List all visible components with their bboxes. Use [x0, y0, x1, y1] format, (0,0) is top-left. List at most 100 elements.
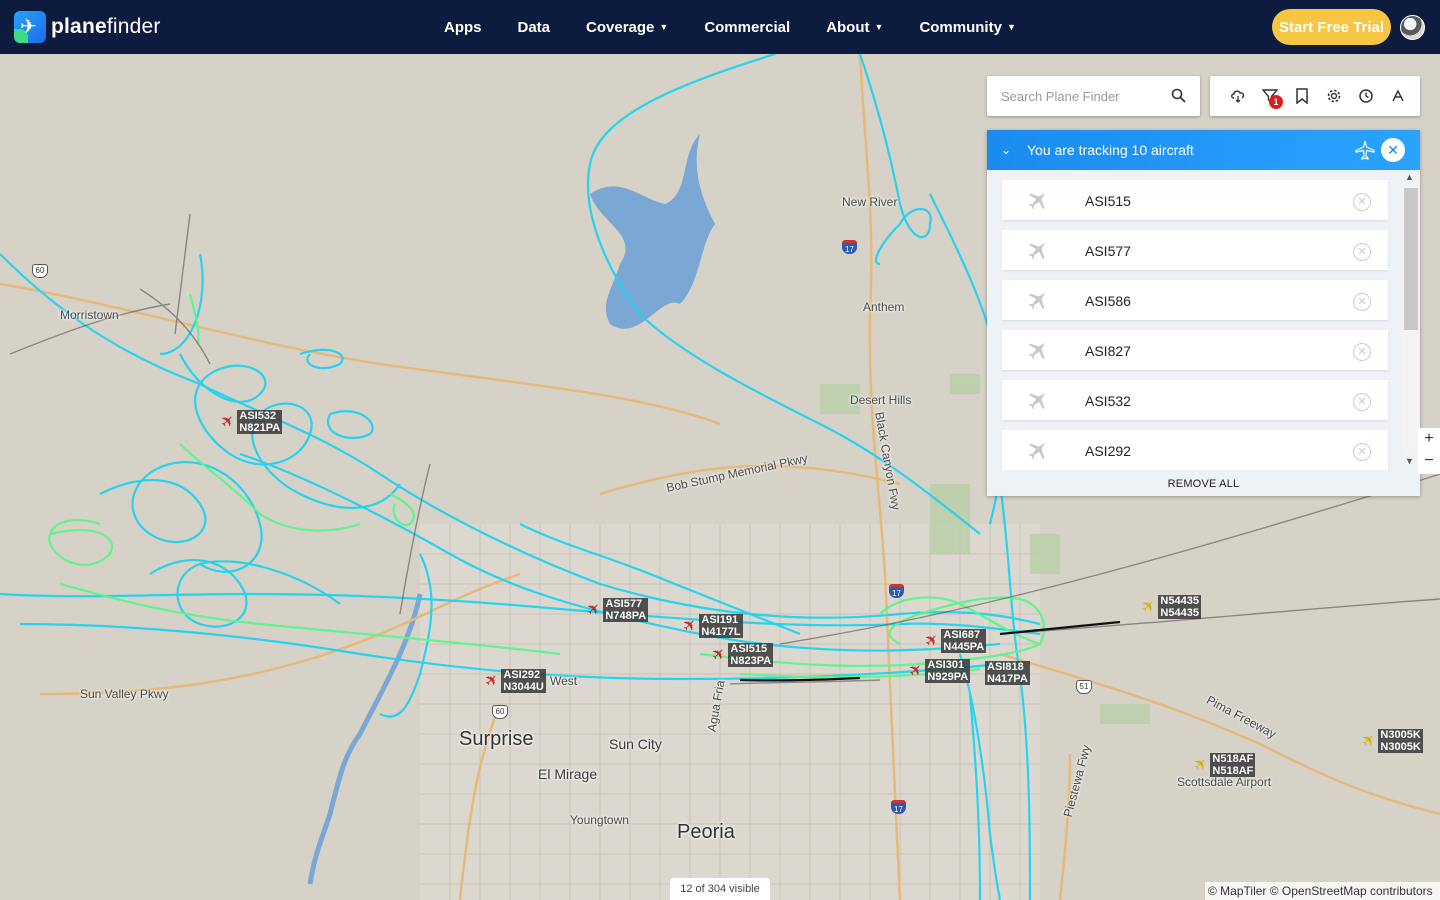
scroll-up-icon[interactable]: ▲ — [1405, 172, 1414, 182]
remove-aircraft-button[interactable]: ✕ — [1353, 343, 1371, 361]
filter-button[interactable]: 1 — [1254, 80, 1286, 112]
aircraft-marker[interactable]: ASI818 N417PA — [985, 661, 1030, 685]
nav-data[interactable]: Data — [518, 19, 551, 36]
chevron-down-icon: ▼ — [659, 22, 669, 32]
tracked-aircraft-row[interactable]: ASI577 ✕ — [1002, 230, 1388, 270]
tracked-aircraft-row[interactable]: ASI827 ✕ — [1002, 330, 1388, 370]
map-toolbar: 1 — [1210, 76, 1420, 116]
aircraft-label: ASI301 N929PA — [925, 659, 971, 683]
i17-shield-icon: 17 — [889, 584, 904, 598]
scrollbar-thumb[interactable] — [1404, 188, 1418, 330]
airplane-icon: ✈ — [921, 629, 944, 652]
aircraft-label: ASI532 N821PA — [237, 410, 283, 434]
aircraft-marker[interactable]: ✈ ASI577 N748PA — [584, 598, 649, 622]
aircraft-marker[interactable]: ✈ N3005K N3005K — [1359, 729, 1423, 753]
aircraft-marker[interactable]: ✈ ASI515 N823PA — [709, 643, 774, 667]
bookmark-icon — [1296, 88, 1308, 104]
tracked-callsign: ASI515 — [1085, 193, 1131, 209]
zoom-in-button[interactable]: + — [1418, 428, 1440, 450]
aircraft-label: N3005K N3005K — [1378, 729, 1423, 753]
nav-commercial[interactable]: Commercial — [704, 19, 790, 36]
aircraft-marker[interactable]: ✈ ASI301 N929PA — [906, 659, 971, 683]
place-scottsdale-airport: Scottsdale Airport — [1177, 775, 1272, 789]
aircraft-label: ASI191 N4177L — [699, 614, 743, 638]
brand-name: planefinder — [51, 15, 161, 38]
planefinder-logo[interactable]: ✈ planefinder — [14, 11, 161, 43]
remove-aircraft-button[interactable]: ✕ — [1353, 243, 1371, 261]
chevron-down-icon: ▼ — [874, 22, 884, 32]
airplane-icon: ✈ — [1138, 595, 1161, 618]
user-avatar[interactable] — [1400, 15, 1425, 40]
nav-coverage[interactable]: Coverage ▼ — [586, 19, 668, 36]
remove-aircraft-button[interactable]: ✕ — [1353, 193, 1371, 211]
aircraft-marker[interactable]: ✈ ASI292 N3044U — [482, 669, 546, 693]
airplane-icon — [1026, 338, 1050, 367]
history-icon — [1359, 89, 1373, 103]
nav-apps[interactable]: Apps — [444, 19, 482, 36]
close-tracking-button[interactable]: ✕ — [1381, 138, 1405, 162]
aircraft-label: N54435 N54435 — [1158, 595, 1201, 619]
i17-shield-icon: 17 — [891, 800, 906, 814]
tracked-aircraft-list[interactable]: ASI515 ✕ ASI577 ✕ ASI586 ✕ ASI827 ✕ ASI5… — [987, 170, 1420, 470]
us60-shield-icon: 60 — [32, 264, 48, 278]
tracked-aircraft-row[interactable]: ASI586 ✕ — [1002, 280, 1388, 320]
aircraft-marker[interactable]: ✈ ASI532 N821PA — [218, 410, 283, 434]
place-new-river: New River — [842, 195, 898, 209]
airplane-icon — [1026, 288, 1050, 317]
zoom-out-button[interactable]: − — [1418, 450, 1440, 472]
3d-view-button[interactable] — [1382, 80, 1414, 112]
search-input[interactable] — [1001, 88, 1171, 104]
place-anthem: Anthem — [863, 300, 905, 314]
place-west: West — [550, 674, 578, 688]
remove-all-button[interactable]: REMOVE ALL — [987, 470, 1420, 496]
tracked-callsign: ASI577 — [1085, 243, 1131, 259]
airplane-icon[interactable] — [1355, 140, 1375, 160]
airplane-icon: ✈ — [1190, 753, 1213, 776]
tracked-aircraft-row[interactable]: ASI532 ✕ — [1002, 380, 1388, 420]
visible-count: 12 of 304 visible — [670, 878, 770, 900]
airplane-icon: ✈ — [679, 614, 702, 637]
settings-button[interactable] — [1318, 80, 1350, 112]
map-attribution[interactable]: © MapTiler © OpenStreetMap contributors — [1205, 882, 1440, 900]
airplane-icon: ✈ — [905, 659, 928, 682]
bookmarks-button[interactable] — [1286, 80, 1318, 112]
aircraft-label: ASI515 N823PA — [728, 643, 774, 667]
remove-aircraft-button[interactable]: ✕ — [1353, 443, 1371, 461]
aircraft-marker[interactable]: ✈ N54435 N54435 — [1139, 595, 1201, 619]
place-el-mirage: El Mirage — [538, 766, 598, 782]
place-morristown: Morristown — [60, 308, 119, 322]
start-free-trial-button[interactable]: Start Free Trial — [1272, 9, 1391, 45]
aircraft-label: ASI577 N748PA — [603, 598, 649, 622]
search-icon[interactable] — [1171, 88, 1186, 103]
tracked-aircraft-row[interactable]: ASI292 ✕ — [1002, 430, 1388, 470]
airplane-icon — [1026, 238, 1050, 267]
gear-icon — [1327, 89, 1341, 103]
remove-aircraft-button[interactable]: ✕ — [1353, 293, 1371, 311]
airplane-icon: ✈ — [217, 410, 240, 433]
nav-community[interactable]: Community ▼ — [919, 19, 1015, 36]
road-sun-valley-pkwy: Sun Valley Pkwy — [80, 687, 169, 701]
aircraft-marker[interactable]: ✈ ASI687 N445PA — [922, 629, 987, 653]
chevron-down-icon[interactable]: ⌄ — [1001, 143, 1015, 157]
aircraft-marker[interactable]: ✈ ASI191 N4177L — [680, 614, 743, 638]
nav-about[interactable]: About ▼ — [826, 19, 883, 36]
aircraft-label: ASI292 N3044U — [501, 669, 546, 693]
filter-count-badge: 1 — [1269, 95, 1283, 109]
place-surprise: Surprise — [459, 728, 534, 750]
top-navbar: ✈ planefinder Apps Data Coverage ▼ Commer… — [0, 0, 1440, 54]
airplane-icon — [1026, 188, 1050, 217]
tracked-aircraft-row[interactable]: ASI515 ✕ — [1002, 180, 1388, 220]
playback-button[interactable] — [1350, 80, 1382, 112]
aircraft-marker[interactable]: ✈ N518AF N518AF — [1191, 753, 1256, 777]
tracked-callsign: ASI292 — [1085, 443, 1131, 459]
zoom-controls: + − — [1418, 428, 1440, 474]
tracking-panel: ⌄ You are tracking 10 aircraft ✕ ASI515 … — [987, 130, 1420, 496]
airplane-icon: ✈ — [1358, 729, 1381, 752]
weather-button[interactable] — [1222, 80, 1254, 112]
airplane-icon: ✈ — [583, 598, 606, 621]
place-desert-hills: Desert Hills — [850, 393, 912, 407]
remove-aircraft-button[interactable]: ✕ — [1353, 393, 1371, 411]
scroll-down-icon[interactable]: ▼ — [1405, 456, 1414, 466]
airplane-icon: ✈ — [481, 669, 504, 692]
list-scrollbar[interactable]: ▲ ▼ — [1403, 172, 1419, 468]
